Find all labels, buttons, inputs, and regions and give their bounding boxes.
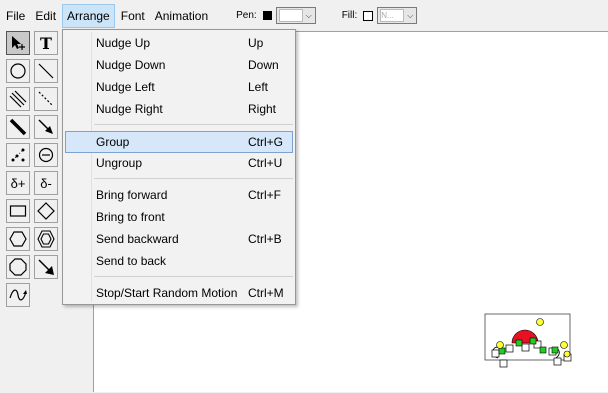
chevron-down-icon: ⌵	[305, 11, 312, 20]
arrow-line-tool[interactable]	[34, 115, 58, 139]
rectangle-tool[interactable]	[6, 199, 30, 223]
menu-edit[interactable]: Edit	[31, 4, 60, 28]
scatter-tool[interactable]	[6, 143, 30, 167]
pointer-move-icon	[12, 36, 25, 50]
nested-hexagon-icon	[37, 230, 55, 248]
menu-file[interactable]: File	[2, 4, 29, 28]
menu-item-shortcut: Ctrl+G	[248, 135, 284, 149]
curve-arrow-icon	[9, 289, 27, 301]
menu-item-label: Stop/Start Random Motion	[96, 286, 238, 300]
pen-style-field	[278, 9, 303, 22]
delta-plus-tool[interactable]: δ+	[6, 171, 30, 195]
arrow-tool[interactable]	[34, 255, 58, 279]
multi-line-tool[interactable]	[6, 87, 30, 111]
diamond-icon	[37, 202, 55, 220]
menu-item-send-backward[interactable]: Send backward Ctrl+B	[65, 229, 293, 249]
menu-item-label: Send to back	[96, 254, 167, 268]
menu-item-shortcut: Up	[248, 36, 264, 50]
arrange-dropdown-menu: Nudge Up Up Nudge Down Down Nudge Left L…	[62, 29, 296, 305]
hexagon-tool[interactable]	[6, 227, 30, 251]
line-tool[interactable]	[34, 59, 58, 83]
menu-item-shortcut: Ctrl+M	[248, 286, 284, 300]
double-hexagon-tool[interactable]	[34, 227, 58, 251]
dashed-line-tool[interactable]	[34, 87, 58, 111]
octagon-icon	[9, 258, 27, 276]
menu-item-random-motion[interactable]: Stop/Start Random Motion Ctrl+M	[65, 283, 293, 303]
menu-item-label: Bring forward	[96, 188, 168, 202]
pen-label: Pen:	[236, 10, 257, 21]
arrow-down-right-icon	[38, 259, 54, 275]
menu-item-label: Nudge Left	[96, 80, 155, 94]
hexagon-icon	[9, 231, 27, 247]
curve-tool[interactable]	[6, 283, 30, 307]
menu-item-label: Nudge Down	[96, 58, 166, 72]
thick-line-icon	[9, 118, 27, 136]
menu-item-label: Nudge Right	[96, 102, 163, 116]
thick-line-tool[interactable]	[6, 115, 30, 139]
no-entry-tool[interactable]	[34, 143, 58, 167]
menu-item-shortcut: Ctrl+U	[248, 156, 283, 170]
menu-item-ungroup[interactable]: Ungroup Ctrl+U	[65, 153, 293, 173]
pen-style-dropdown[interactable]: ⌵	[275, 7, 316, 24]
fill-label: Fill:	[341, 10, 358, 21]
text-icon: T	[40, 33, 52, 53]
scatter-dots-icon	[11, 148, 25, 162]
menu-item-nudge-down[interactable]: Nudge Down Down	[65, 55, 293, 75]
menu-item-shortcut: Ctrl+B	[248, 232, 282, 246]
minus-circle-icon	[38, 147, 54, 163]
menu-item-send-to-back[interactable]: Send to back	[65, 251, 293, 271]
toolbox: T δ+ δ-	[0, 31, 64, 392]
pen-color-swatch	[262, 11, 272, 20]
menu-bar: File Edit Arrange Font Animation Pen: ⌵ …	[0, 0, 608, 31]
menu-animation[interactable]: Animation	[151, 4, 212, 28]
menu-item-label: Nudge Up	[96, 36, 151, 50]
menu-item-label: Send backward	[96, 232, 179, 246]
menu-item-label: Bring to front	[96, 210, 165, 224]
fill-style-field: N...	[380, 9, 405, 22]
dashed-line-icon	[38, 91, 54, 107]
menu-item-shortcut: Right	[248, 102, 277, 116]
menu-arrange[interactable]: Arrange	[62, 3, 115, 28]
chevron-down-icon: ⌵	[407, 11, 414, 20]
menu-item-shortcut: Left	[248, 80, 269, 94]
parallel-lines-icon	[9, 90, 27, 108]
line-icon	[38, 63, 54, 79]
delta-minus-tool[interactable]: δ-	[34, 171, 58, 195]
circle-icon	[10, 63, 26, 79]
menu-item-shortcut: Down	[248, 58, 279, 72]
arrow-head-icon	[38, 119, 53, 134]
menu-item-bring-forward[interactable]: Bring forward Ctrl+F	[65, 185, 293, 205]
menu-item-nudge-up[interactable]: Nudge Up Up	[65, 33, 293, 53]
menu-item-nudge-right[interactable]: Nudge Right Right	[65, 99, 293, 119]
rectangle-icon	[9, 205, 27, 217]
delta-plus-label: δ+	[10, 175, 26, 191]
menu-separator	[94, 124, 293, 125]
text-tool[interactable]: T	[34, 31, 58, 55]
menu-item-label: Ungroup	[96, 156, 143, 170]
menu-separator	[94, 276, 293, 277]
menu-font[interactable]: Font	[117, 4, 149, 28]
menu-item-label: Group	[96, 135, 130, 149]
select-tool[interactable]	[6, 31, 30, 55]
delta-minus-label: δ-	[40, 175, 52, 191]
menu-item-nudge-left[interactable]: Nudge Left Left	[65, 77, 293, 97]
diamond-tool[interactable]	[34, 199, 58, 223]
octagon-tool[interactable]	[6, 255, 30, 279]
fill-style-dropdown[interactable]: N... ⌵	[377, 7, 418, 24]
menu-item-bring-to-front[interactable]: Bring to front	[65, 207, 293, 227]
ellipse-tool[interactable]	[6, 59, 30, 83]
menu-separator	[94, 178, 293, 179]
menu-item-group[interactable]: Group Ctrl+G	[65, 131, 293, 153]
fill-color-swatch	[363, 10, 374, 21]
menu-item-shortcut: Ctrl+F	[248, 188, 281, 202]
